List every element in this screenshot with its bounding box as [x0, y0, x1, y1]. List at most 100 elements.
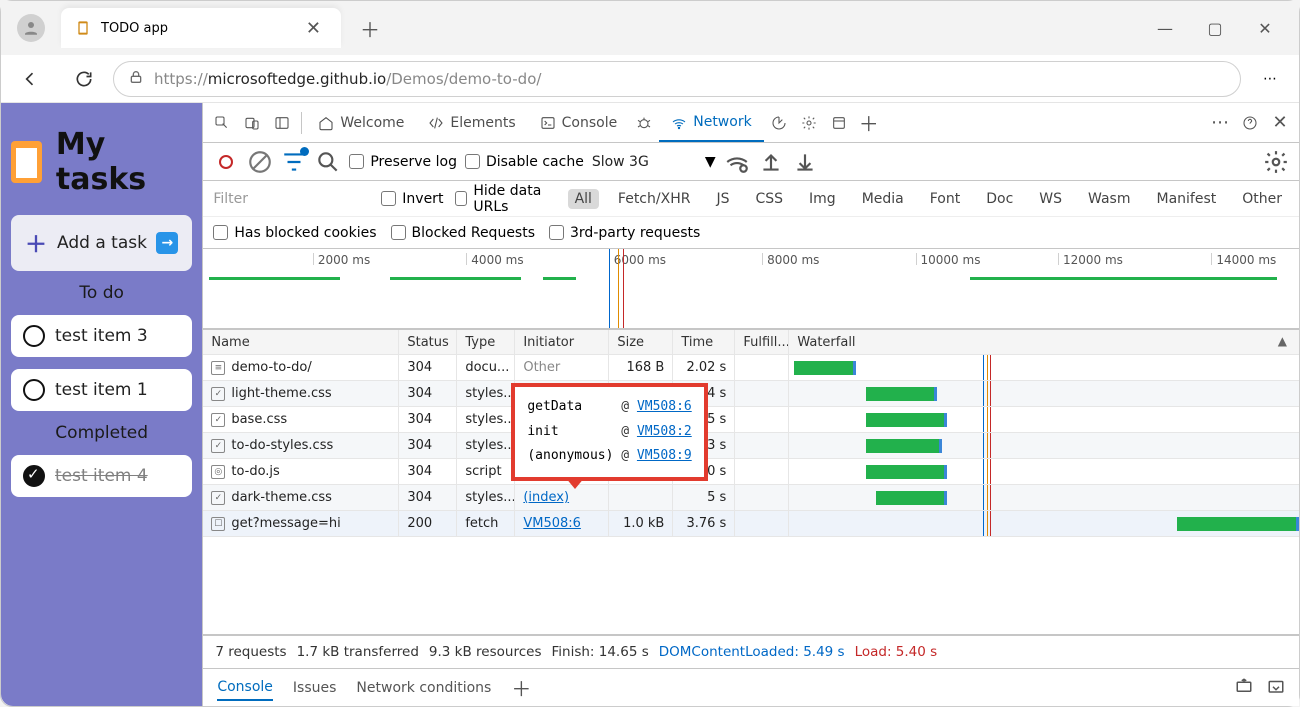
col-fulfilled[interactable]: Fulfill... — [735, 330, 789, 354]
performance-icon[interactable] — [764, 108, 794, 138]
blocked-requests-checkbox[interactable]: Blocked Requests — [391, 225, 535, 241]
col-type[interactable]: Type — [457, 330, 515, 354]
filter-row-2: Has blocked cookies Blocked Requests 3rd… — [203, 217, 1299, 249]
gear-icon[interactable] — [794, 108, 824, 138]
help-icon[interactable] — [1235, 108, 1265, 138]
browser-tab[interactable]: TODO app ✕ — [61, 8, 341, 48]
tab-network[interactable]: Network — [659, 103, 763, 142]
refresh-button[interactable] — [67, 62, 101, 96]
search-button[interactable] — [315, 149, 341, 175]
close-devtools-button[interactable]: ✕ — [1265, 108, 1295, 138]
network-timeline[interactable]: 2000 ms 4000 ms 6000 ms 8000 ms 10000 ms… — [203, 249, 1299, 329]
type-chip[interactable]: CSS — [748, 189, 790, 209]
status-dcl: DOMContentLoaded: 5.49 s — [659, 644, 845, 660]
add-task-button[interactable]: ＋ Add a task → — [11, 215, 192, 271]
profile-avatar[interactable] — [17, 14, 45, 42]
task-item[interactable]: test item 3 — [11, 315, 192, 357]
type-chip[interactable]: Fetch/XHR — [611, 189, 698, 209]
tab-console[interactable]: Console — [528, 103, 630, 142]
initiator-link[interactable]: VM508:6 — [523, 516, 581, 531]
minimize-button[interactable]: — — [1153, 19, 1177, 38]
type-chip[interactable]: Manifest — [1149, 189, 1223, 209]
devtools-drawer: Console Issues Network conditions ＋ — [203, 668, 1299, 706]
type-chip[interactable]: Img — [802, 189, 843, 209]
filter-input[interactable]: Filter — [213, 191, 369, 207]
tab-elements[interactable]: Elements — [416, 103, 527, 142]
task-checkbox[interactable] — [23, 325, 45, 347]
more-tabs-button[interactable]: ＋ — [854, 108, 884, 138]
file-type-icon: ✓ — [211, 413, 225, 427]
type-chip[interactable]: Wasm — [1081, 189, 1137, 209]
app-icon[interactable] — [824, 108, 854, 138]
tab-welcome[interactable]: Welcome — [306, 103, 416, 142]
request-row[interactable]: ✓to-do-styles.css304styles...(index)3 s — [203, 433, 1299, 459]
inspect-icon[interactable] — [207, 108, 237, 138]
third-party-checkbox[interactable]: 3rd-party requests — [549, 225, 700, 241]
download-icon[interactable] — [792, 149, 818, 175]
dock-icon[interactable] — [267, 108, 297, 138]
blocked-cookies-checkbox[interactable]: Has blocked cookies — [213, 225, 376, 241]
col-size[interactable]: Size — [609, 330, 673, 354]
drawer-tab-console[interactable]: Console — [217, 675, 273, 701]
task-item[interactable]: test item 1 — [11, 369, 192, 411]
new-tab-button[interactable]: ＋ — [353, 11, 387, 45]
browser-menu-button[interactable]: ⋯ — [1253, 71, 1287, 87]
preserve-log-checkbox[interactable]: Preserve log — [349, 154, 457, 170]
col-initiator[interactable]: Initiator — [515, 330, 609, 354]
col-name[interactable]: Name — [203, 330, 399, 354]
throttling-select[interactable]: Slow 3G — [592, 154, 649, 170]
hide-data-urls-checkbox[interactable]: Hide data URLs — [455, 183, 555, 215]
caret-down-icon[interactable]: ▼ — [705, 154, 716, 170]
close-window-button[interactable]: ✕ — [1253, 19, 1277, 38]
type-chip[interactable]: Font — [923, 189, 967, 209]
maximize-button[interactable]: ▢ — [1203, 19, 1227, 38]
url-text: https://microsoftedge.github.io/Demos/de… — [154, 70, 541, 88]
record-button[interactable] — [213, 149, 239, 175]
stack-link[interactable]: VM508:6 — [637, 399, 692, 414]
disable-cache-checkbox[interactable]: Disable cache — [465, 154, 584, 170]
request-row[interactable]: ◎to-do.js304script(index)0 s — [203, 459, 1299, 485]
request-row[interactable]: ✓base.css304styles...(index)5 s — [203, 407, 1299, 433]
time-mark: 8000 ms — [762, 253, 819, 265]
settings-gear-icon[interactable] — [1263, 149, 1289, 175]
filter-toggle-button[interactable] — [281, 149, 307, 175]
request-row[interactable]: ☐get?message=hi200fetchVM508:61.0 kB3.76… — [203, 511, 1299, 537]
device-icon[interactable] — [237, 108, 267, 138]
time-mark: 10000 ms — [916, 253, 981, 265]
col-waterfall[interactable]: Waterfall — [789, 330, 1299, 354]
more-icon[interactable]: ⋯ — [1205, 108, 1235, 138]
task-checkbox[interactable] — [23, 379, 45, 401]
task-checkbox-checked[interactable] — [23, 465, 45, 487]
col-time[interactable]: Time — [673, 330, 735, 354]
request-row[interactable]: ✓light-theme.css304styles...(index)120 B… — [203, 381, 1299, 407]
type-chip[interactable]: Other — [1235, 189, 1289, 209]
initiator-link[interactable]: (index) — [523, 490, 569, 505]
network-conditions-icon[interactable] — [724, 149, 750, 175]
url-input[interactable]: https://microsoftedge.github.io/Demos/de… — [113, 61, 1241, 97]
drawer-tab-network-conditions[interactable]: Network conditions — [356, 676, 491, 700]
request-row[interactable]: ≡demo-to-do/304docu...Other168 B2.02 s — [203, 355, 1299, 381]
tab-close-icon[interactable]: ✕ — [300, 18, 327, 39]
bug-icon[interactable] — [629, 108, 659, 138]
drawer-tab-issues[interactable]: Issues — [293, 676, 337, 700]
type-chip[interactable]: WS — [1032, 189, 1069, 209]
type-chip[interactable]: JS — [709, 189, 736, 209]
invert-checkbox[interactable]: Invert — [381, 191, 443, 207]
drawer-expand-icon[interactable] — [1235, 677, 1253, 699]
type-chip[interactable]: Doc — [979, 189, 1020, 209]
app-title: My tasks — [56, 127, 192, 197]
drawer-add-button[interactable]: ＋ — [511, 673, 531, 702]
status-transferred: 1.7 kB transferred — [297, 644, 419, 660]
clear-button[interactable] — [247, 149, 273, 175]
col-status[interactable]: Status — [399, 330, 457, 354]
type-chip-all[interactable]: All — [568, 189, 599, 209]
upload-icon[interactable] — [758, 149, 784, 175]
back-button[interactable] — [13, 62, 47, 96]
task-item-done[interactable]: test item 4 — [11, 455, 192, 497]
drawer-collapse-icon[interactable] — [1267, 677, 1285, 699]
stack-link[interactable]: VM508:9 — [637, 448, 692, 463]
type-chip[interactable]: Media — [855, 189, 911, 209]
submit-icon[interactable]: → — [156, 232, 178, 254]
stack-link[interactable]: VM508:2 — [637, 424, 692, 439]
request-row[interactable]: ✓dark-theme.css304styles...(index)5 s — [203, 485, 1299, 511]
